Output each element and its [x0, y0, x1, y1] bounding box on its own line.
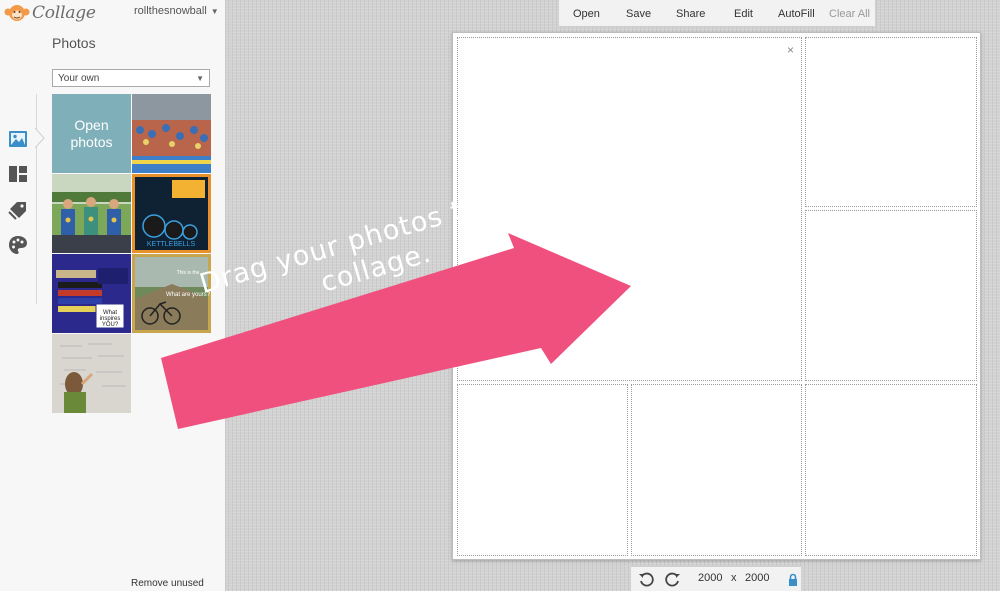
clear-all-button[interactable]: Clear All	[829, 8, 870, 20]
collage-cell[interactable]	[805, 384, 977, 556]
photo-thumbnail[interactable]	[52, 174, 131, 253]
save-button[interactable]: Save	[626, 8, 651, 20]
svg-text:YOU?: YOU?	[102, 322, 119, 328]
tool-backgrounds[interactable]	[7, 234, 29, 256]
photo-thumbnail[interactable]: KETTLEBELLS	[132, 174, 211, 253]
logo-text: Collage	[32, 3, 96, 23]
photo-three-runners-medals	[52, 174, 131, 253]
collage-cell[interactable]	[457, 384, 628, 556]
svg-text:KETTLEBELLS: KETTLEBELLS	[147, 241, 196, 248]
height-value[interactable]: 2000	[745, 572, 769, 584]
size-bar: 2000 x 2000	[630, 566, 802, 591]
tool-stickers[interactable]	[7, 199, 29, 221]
top-bar: Collage rollthesnowball ▼	[0, 0, 226, 26]
chevron-down-icon: ▼	[210, 6, 219, 16]
sidebar: Collage rollthesnowball ▼ Photos Your ow…	[0, 0, 226, 591]
tag-icon	[8, 202, 26, 220]
rotate-left-icon[interactable]	[638, 571, 654, 587]
photo-girl-writing-wall	[52, 334, 131, 413]
share-button[interactable]: Share	[676, 8, 705, 20]
rail-divider	[36, 94, 37, 304]
size-separator: x	[731, 572, 737, 584]
app-logo[interactable]: Collage	[4, 2, 96, 24]
palette-icon	[9, 236, 27, 254]
photo-runners-crowd	[132, 94, 211, 173]
close-icon[interactable]: ×	[787, 43, 794, 57]
monkey-logo-icon	[4, 5, 30, 21]
remove-unused-link[interactable]: Remove unused	[131, 578, 204, 589]
width-value[interactable]: 2000	[698, 572, 722, 584]
collage-canvas[interactable]: ×	[452, 32, 981, 560]
panel-title: Photos	[52, 35, 96, 51]
open-photos-label: Open photos	[70, 116, 113, 150]
photo-black-belt-quote: What inspires YOU?	[52, 254, 131, 333]
autofill-button[interactable]: AutoFill	[778, 8, 815, 20]
photo-kettlebells-poster: KETTLEBELLS	[132, 174, 211, 253]
main-toolbar: Open Save Share Edit AutoFill Clear All	[558, 0, 876, 27]
collage-cell[interactable]	[631, 384, 802, 556]
collage-cell[interactable]	[805, 210, 977, 381]
rotate-right-icon[interactable]	[665, 571, 681, 587]
layout-icon	[9, 166, 27, 182]
photo-source-select[interactable]: Your own ▼	[52, 69, 210, 87]
image-icon	[9, 131, 27, 147]
photo-thumbnail[interactable]	[132, 94, 211, 173]
active-tool-pointer	[35, 128, 45, 148]
tool-photos[interactable]	[7, 128, 29, 150]
collage-cell[interactable]	[805, 37, 977, 207]
open-photos-button[interactable]: Open photos	[52, 94, 131, 173]
edit-button[interactable]: Edit	[734, 8, 753, 20]
photo-thumbnail[interactable]	[52, 334, 131, 413]
username: rollthesnowball	[134, 5, 207, 17]
open-button[interactable]: Open	[573, 8, 600, 20]
lock-icon[interactable]	[785, 572, 801, 588]
tool-layouts[interactable]	[7, 163, 29, 185]
photo-source-value: Your own	[58, 72, 100, 84]
user-menu[interactable]: rollthesnowball ▼	[134, 5, 219, 17]
photo-thumbnail[interactable]: What inspires YOU?	[52, 254, 131, 333]
dropdown-arrow-icon: ▼	[196, 73, 204, 83]
